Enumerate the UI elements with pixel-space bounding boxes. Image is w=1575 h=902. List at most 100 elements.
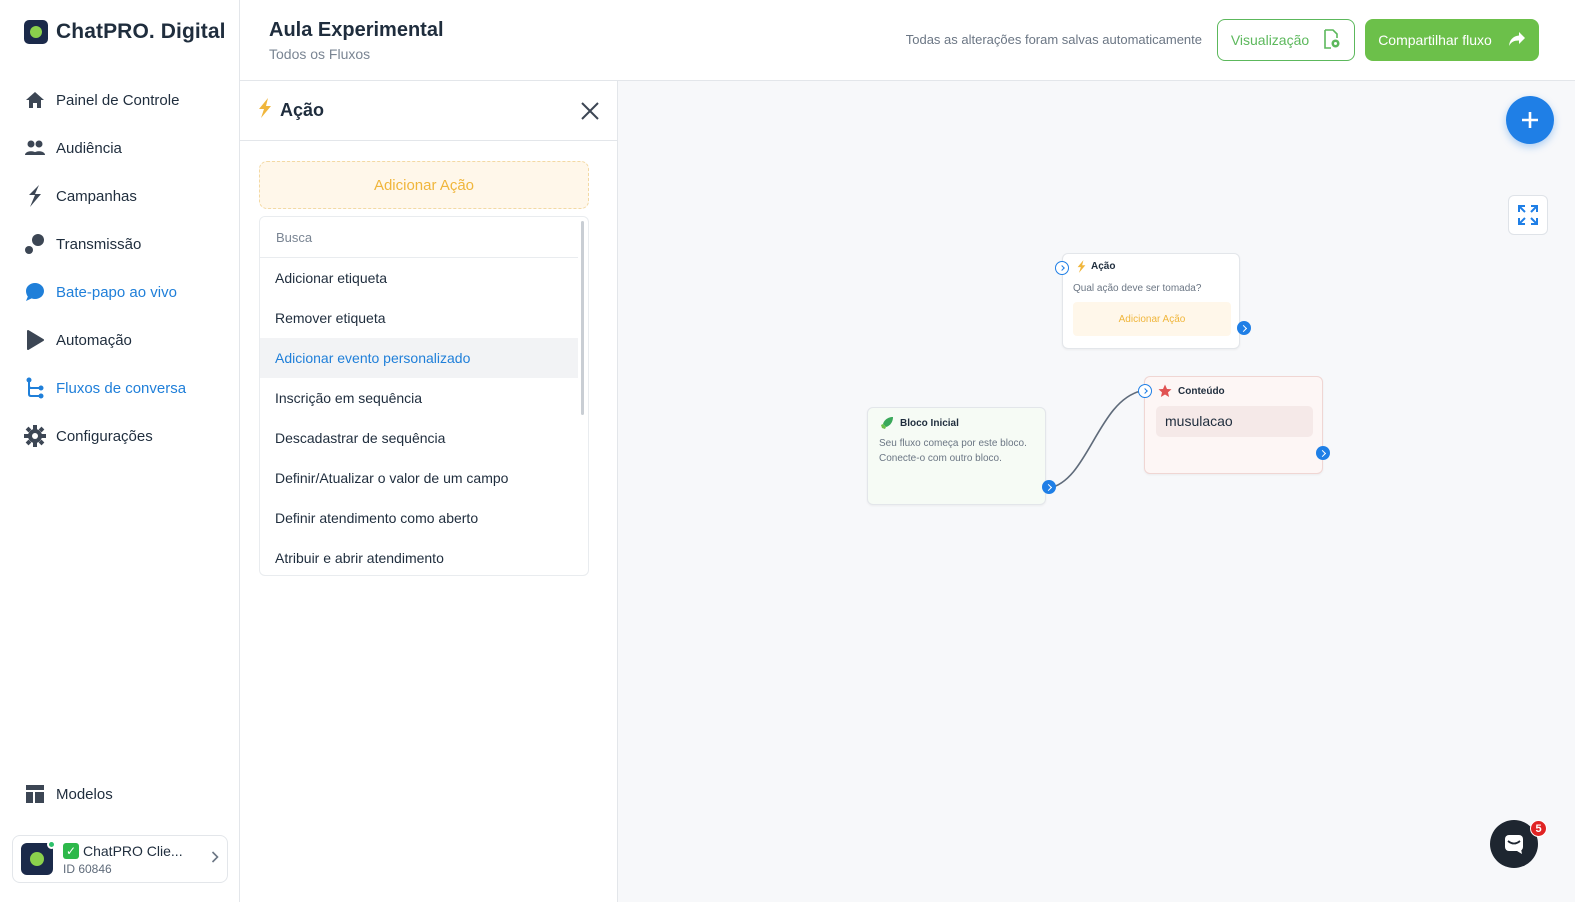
preview-button[interactable]: Visualização xyxy=(1217,19,1355,61)
add-action-button[interactable]: Adicionar Ação xyxy=(259,161,589,209)
broadcast-icon xyxy=(24,233,46,255)
account-info: ✓ ChatPRO Clie... ID 60846 xyxy=(63,842,201,876)
action-block-title: Ação xyxy=(1091,261,1116,272)
start-block-text: Seu fluxo começa por este bloco. Conecte… xyxy=(879,438,1027,464)
share-flow-button[interactable]: Compartilhar fluxo xyxy=(1365,19,1539,61)
dropdown-scrollbar[interactable] xyxy=(581,221,584,415)
action-block-header: Ação xyxy=(1077,260,1115,273)
action-panel-header: Ação xyxy=(240,81,617,141)
expand-icon xyxy=(1518,205,1538,225)
bolt-icon xyxy=(1077,260,1086,273)
sidebar-item-label: Campanhas xyxy=(56,187,137,205)
content-block[interactable]: Conteúdo musulacao xyxy=(1138,376,1330,474)
content-block-title: Conteúdo xyxy=(1178,385,1225,397)
star-icon xyxy=(1158,384,1172,397)
content-block-header: Conteúdo xyxy=(1158,384,1225,398)
breadcrumb[interactable]: Todos os Fluxos xyxy=(269,46,370,62)
input-port[interactable] xyxy=(1138,384,1152,398)
sidebar-item-label: Transmissão xyxy=(56,235,142,253)
sidebar-item-campanhas[interactable]: Campanhas xyxy=(24,172,186,220)
save-status: Todas as alterações foram salvas automat… xyxy=(905,32,1202,47)
action-block-add-button[interactable]: Adicionar Ação xyxy=(1073,302,1231,336)
flow-canvas[interactable]: Bloco Inicial Seu fluxo começa por este … xyxy=(618,81,1575,902)
sidebar: ChatPRO. Digital Painel de Controle Audi… xyxy=(0,0,240,902)
account-id: ID 60846 xyxy=(63,861,112,876)
account-name-row: ✓ ChatPRO Clie... xyxy=(63,842,201,859)
list-item[interactable]: Definir atendimento como aberto xyxy=(260,498,578,538)
output-port[interactable] xyxy=(1042,480,1056,494)
bolt-icon xyxy=(258,98,272,123)
connector-line xyxy=(1048,390,1142,489)
users-icon xyxy=(24,137,46,159)
search-input[interactable] xyxy=(260,217,578,258)
chat-bubble-icon xyxy=(24,281,46,303)
check-icon: ✓ xyxy=(63,842,79,859)
brand-logo-icon xyxy=(24,20,48,44)
templates-icon xyxy=(24,783,46,805)
action-block-question: Qual ação deve ser tomada? xyxy=(1073,283,1202,294)
action-panel-title: Ação xyxy=(280,100,325,120)
sidebar-item-label: Painel de Controle xyxy=(56,91,180,109)
sidebar-item-label: Modelos xyxy=(56,785,113,803)
play-icon xyxy=(24,329,46,351)
list-item[interactable]: Descadastrar de sequência xyxy=(260,418,578,458)
sidebar-item-automacao[interactable]: Automação xyxy=(24,316,186,364)
sidebar-bottom: Modelos xyxy=(24,770,113,818)
action-block[interactable]: Ação Qual ação deve ser tomada? Adiciona… xyxy=(1055,253,1251,349)
list-item[interactable]: Adicionar evento personalizado xyxy=(260,338,578,378)
sidebar-item-fluxos[interactable]: Fluxos de conversa xyxy=(24,364,186,412)
page-title[interactable]: Aula Experimental xyxy=(269,19,444,42)
preview-icon xyxy=(1323,28,1341,52)
bolt-icon xyxy=(24,185,46,207)
chat-icon xyxy=(1505,835,1523,854)
account-switcher[interactable]: ✓ ChatPRO Clie... ID 60846 xyxy=(12,835,228,883)
connector-layer xyxy=(1048,390,1142,489)
sidebar-item-modelos[interactable]: Modelos xyxy=(24,770,113,818)
header: Aula Experimental Todos os Fluxos Todas … xyxy=(240,0,1575,81)
start-block-header: Bloco Inicial xyxy=(880,416,959,430)
sidebar-item-label: Configurações xyxy=(56,427,153,445)
rocket-icon xyxy=(881,417,893,429)
share-button-label: Compartilhar fluxo xyxy=(1378,32,1492,48)
action-panel: Ação Adicionar Ação Adicionar etiqueta R… xyxy=(240,81,618,902)
content-message[interactable]: musulacao xyxy=(1156,406,1313,437)
fit-view-button[interactable] xyxy=(1508,195,1548,235)
list-item[interactable]: Atribuir e abrir atendimento xyxy=(260,538,578,575)
action-options-list: Adicionar etiqueta Remover etiqueta Adic… xyxy=(260,258,578,575)
online-status-icon xyxy=(47,840,56,849)
brand-name: ChatPRO. Digital xyxy=(56,20,226,43)
output-port[interactable] xyxy=(1316,446,1330,460)
plus-icon xyxy=(1522,112,1538,128)
avatar xyxy=(21,840,56,875)
sidebar-item-label: Bate-papo ao vivo xyxy=(56,283,177,301)
gear-icon xyxy=(24,425,46,447)
brand[interactable]: ChatPRO. Digital xyxy=(24,20,226,44)
sidebar-item-bate-papo[interactable]: Bate-papo ao vivo xyxy=(24,268,186,316)
sidebar-item-painel[interactable]: Painel de Controle xyxy=(24,76,186,124)
sidebar-item-label: Automação xyxy=(56,331,132,349)
output-port[interactable] xyxy=(1237,321,1251,335)
list-item[interactable]: Inscrição em sequência xyxy=(260,378,578,418)
sidebar-item-transmissao[interactable]: Transmissão xyxy=(24,220,186,268)
flow-icon xyxy=(24,377,46,399)
action-dropdown: Adicionar etiqueta Remover etiqueta Adic… xyxy=(259,216,589,576)
list-item[interactable]: Remover etiqueta xyxy=(260,298,578,338)
preview-button-label: Visualização xyxy=(1230,32,1310,48)
list-item[interactable]: Definir/Atualizar o valor de um campo xyxy=(260,458,578,498)
close-icon[interactable] xyxy=(579,100,601,122)
start-block-title: Bloco Inicial xyxy=(900,417,959,429)
share-icon xyxy=(1508,31,1526,50)
notification-badge: 5 xyxy=(1530,820,1547,837)
input-port[interactable] xyxy=(1055,261,1069,275)
sidebar-nav: Painel de Controle Audiência Campanhas T… xyxy=(24,76,186,460)
list-item[interactable]: Adicionar etiqueta xyxy=(260,258,578,298)
account-name: ChatPRO Clie... xyxy=(83,842,183,859)
home-icon xyxy=(24,89,46,111)
chevron-right-icon xyxy=(211,850,219,868)
sidebar-item-label: Fluxos de conversa xyxy=(56,379,187,397)
sidebar-item-audiencia[interactable]: Audiência xyxy=(24,124,186,172)
sidebar-item-configuracoes[interactable]: Configurações xyxy=(24,412,186,460)
sidebar-item-label: Audiência xyxy=(56,139,122,157)
add-block-button[interactable] xyxy=(1506,96,1554,144)
start-block[interactable]: Bloco Inicial Seu fluxo começa por este … xyxy=(867,407,1056,505)
